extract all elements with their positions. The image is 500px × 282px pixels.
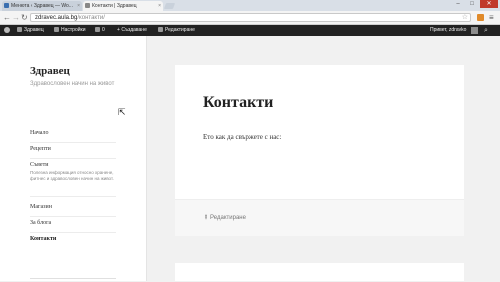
- menu-item-label: Съвети: [30, 162, 49, 168]
- forward-button[interactable]: →: [12, 13, 20, 22]
- browser-menu-icon[interactable]: ≡: [489, 13, 494, 22]
- admin-bar-account[interactable]: Привет, zdravko: [430, 25, 466, 36]
- browser-tab-label: Менюта ‹ Здравец — Wo...: [11, 3, 73, 9]
- menu-item-label: Рецепти: [30, 146, 51, 152]
- menu-item-label: Контакти: [30, 236, 57, 242]
- maximize-window-button[interactable]: □: [466, 0, 478, 8]
- home-icon: [17, 27, 22, 33]
- close-tab-icon[interactable]: ×: [158, 1, 161, 11]
- admin-bar-comments-count: 0: [102, 27, 105, 33]
- admin-bar-customize-label: Настройки: [61, 27, 86, 33]
- site-description: Здравословен начин на живот: [30, 81, 115, 87]
- pencil-icon: ✎: [201, 213, 210, 222]
- url-host: zdravec.aula.bg: [35, 15, 78, 21]
- minimize-window-button[interactable]: –: [452, 0, 464, 8]
- admin-bar-customize-link[interactable]: Настройки: [54, 25, 86, 36]
- mouse-cursor-icon: ⇱: [118, 107, 126, 117]
- plus-icon: +: [117, 27, 120, 33]
- next-article-card: [175, 263, 464, 281]
- menu-item-home[interactable]: Начало: [30, 130, 116, 143]
- close-tab-icon[interactable]: ×: [77, 1, 80, 11]
- comment-bubble-icon: [95, 27, 100, 33]
- menu-item-label: Магазин: [30, 204, 52, 210]
- address-bar[interactable]: zdravec.aula.bg/контакти/ ☆: [30, 13, 471, 22]
- search-icon[interactable]: ⌕: [484, 25, 488, 36]
- admin-bar-site-label: Здравец: [24, 27, 44, 33]
- browser-tab-contacts[interactable]: Контакти | Здравец ×: [83, 1, 163, 11]
- browser-toolbar: ← → ↻ zdravec.aula.bg/контакти/ ☆ ≡: [0, 11, 500, 25]
- browser-tab-label: Контакти | Здравец: [92, 3, 137, 9]
- menu-item-label: Начало: [30, 130, 49, 136]
- menu-item-shop[interactable]: Магазин: [30, 204, 116, 217]
- extension-icon[interactable]: [477, 14, 484, 21]
- article-footer: ✎Редактиране: [175, 199, 464, 236]
- browser-tab-strip: Менюта ‹ Здравец — Wo... × Контакти | Зд…: [0, 0, 500, 11]
- bookmark-star-icon[interactable]: ☆: [462, 14, 468, 22]
- url-path: /контакти/: [77, 15, 105, 21]
- browser-tab-menus[interactable]: Менюта ‹ Здравец — Wo... ×: [2, 1, 82, 11]
- wp-admin-bar: Здравец Настройки 0 + Създаване Редактир…: [0, 25, 500, 36]
- brush-icon: [54, 27, 59, 33]
- admin-bar-site-link[interactable]: Здравец: [17, 25, 44, 36]
- menu-item-about[interactable]: За блога: [30, 220, 116, 233]
- admin-bar-new-label: Създаване: [121, 27, 147, 33]
- menu-item-recipes[interactable]: Рецепти: [30, 146, 116, 159]
- edit-link[interactable]: ✎Редактиране: [201, 213, 246, 222]
- sidebar-widget-divider: [30, 278, 116, 282]
- wordpress-logo-icon[interactable]: [4, 25, 10, 36]
- admin-bar-edit-label: Редактиране: [165, 27, 195, 33]
- back-button[interactable]: ←: [3, 13, 11, 22]
- wordpress-logo-icon-shape: [4, 26, 10, 33]
- pencil-icon: [158, 27, 163, 33]
- sidebar: Здравец Здравословен начин на живот Нача…: [0, 36, 147, 281]
- article-text: Ето как да свържете с нас:: [203, 133, 282, 141]
- menu-item-contacts[interactable]: Контакти: [30, 236, 116, 248]
- avatar[interactable]: [471, 27, 478, 34]
- admin-bar-new-link[interactable]: + Създаване: [117, 25, 147, 36]
- menu-item-description: Полезна информация относно хранене, фитн…: [30, 170, 114, 181]
- wordpress-favicon-icon: [4, 3, 9, 8]
- url-text: zdravec.aula.bg/контакти/: [35, 14, 105, 22]
- edit-link-label: Редактиране: [210, 215, 246, 221]
- page-favicon-icon: [85, 3, 90, 8]
- admin-bar-edit-link[interactable]: Редактиране: [158, 25, 195, 36]
- admin-bar-comments-link[interactable]: 0: [95, 25, 105, 36]
- new-tab-button[interactable]: [163, 3, 176, 9]
- close-window-button[interactable]: ✕: [480, 0, 498, 8]
- article-card: Контакти Ето как да свържете с нас: ✎Ред…: [175, 65, 464, 236]
- site-title[interactable]: Здравец: [30, 65, 70, 77]
- page-title: Контакти: [203, 94, 274, 111]
- menu-item-tips[interactable]: Съвети Полезна информация относно хранен…: [30, 162, 116, 197]
- menu-item-label: За блога: [30, 220, 52, 226]
- reload-button[interactable]: ↻: [21, 13, 28, 22]
